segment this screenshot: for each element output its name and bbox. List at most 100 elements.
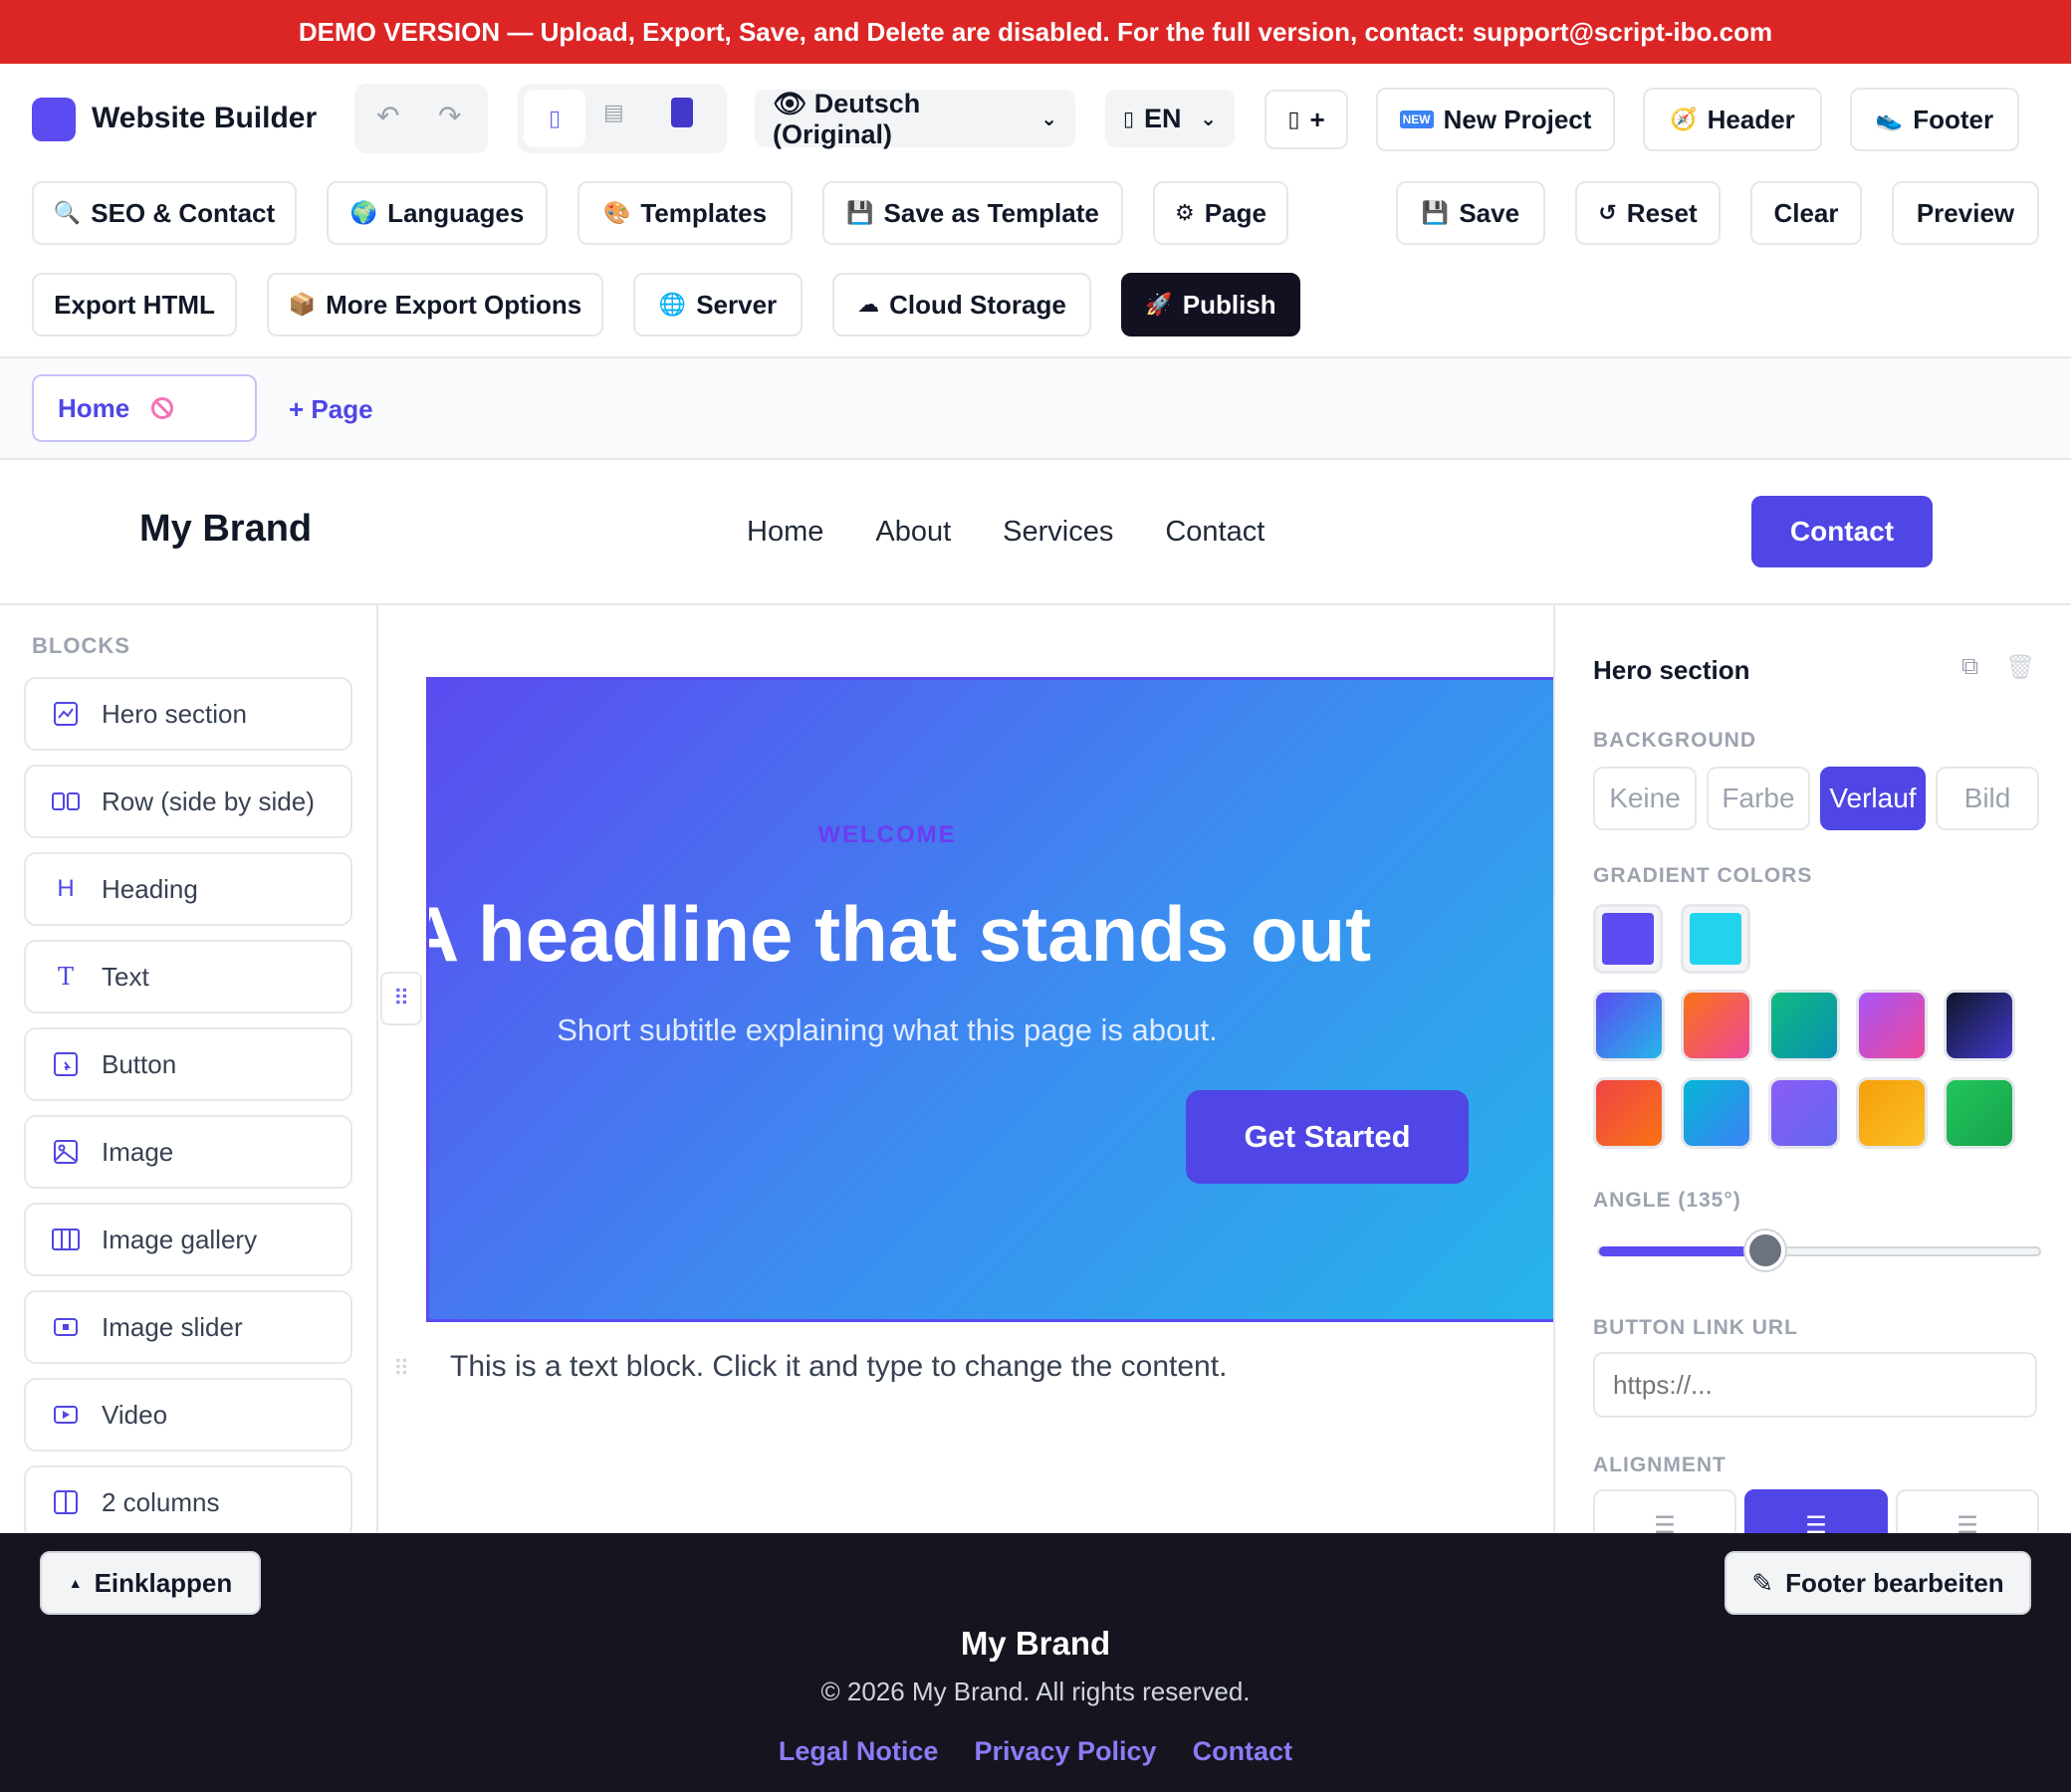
panel-title: Hero section	[1593, 655, 1750, 685]
header-contact-button[interactable]: Contact	[1751, 496, 1933, 567]
block-hero-section[interactable]: Hero section	[24, 677, 352, 751]
nav-link-home[interactable]: Home	[747, 516, 823, 549]
add-language-button[interactable]: ▯ +	[1265, 90, 1348, 149]
save-button[interactable]: 💾 Save	[1396, 181, 1545, 245]
drag-handle-icon[interactable]: ⠿	[380, 1342, 422, 1396]
seo-contact-button[interactable]: 🔍 SEO & Contact	[32, 181, 297, 245]
export-html-button[interactable]: Export HTML	[32, 273, 237, 336]
align-left-button[interactable]: ☰	[1593, 1489, 1736, 1533]
header-button[interactable]: 🧭 Header	[1643, 88, 1822, 151]
footer-link-contact[interactable]: Contact	[1193, 1736, 1293, 1767]
drag-handle-icon[interactable]: ⠿	[380, 972, 422, 1025]
redo-icon[interactable]: ↷	[438, 100, 461, 132]
trash-icon[interactable]: 🗑	[2005, 653, 2035, 682]
nav-link-contact[interactable]: Contact	[1165, 516, 1265, 549]
page-settings-button[interactable]: ⚙ Page	[1153, 181, 1288, 245]
hero-section[interactable]: WELCOME A headline that stands out Short…	[426, 677, 1553, 1322]
gradient-preset[interactable]	[1593, 1077, 1665, 1149]
button-url-label: BUTTON LINK URL	[1593, 1316, 1798, 1339]
search-icon: 🔍	[53, 200, 82, 225]
block-heading[interactable]: H Heading	[24, 852, 352, 926]
gradient-colors-label: GRADIENT COLORS	[1593, 864, 1813, 887]
server-button[interactable]: 🌐 Server	[633, 273, 803, 336]
block-image-slider[interactable]: Image slider	[24, 1290, 352, 1364]
publish-button[interactable]: 🚀 Publish	[1121, 273, 1300, 336]
gradient-preset[interactable]	[1944, 990, 2015, 1061]
block-2-columns[interactable]: 2 columns	[24, 1465, 352, 1533]
align-left-icon: ☰	[1654, 1512, 1676, 1533]
footer-brand: My Brand	[960, 1625, 1111, 1662]
align-right-button[interactable]: ☰	[1896, 1489, 2039, 1533]
add-page-button[interactable]: + Page	[289, 394, 373, 425]
language-select[interactable]: 👁 Deutsch (Original) ⌄	[755, 89, 1075, 149]
gradient-preset[interactable]	[1856, 1077, 1928, 1149]
duplicate-icon[interactable]: ⧉	[1961, 653, 1978, 681]
more-export-label: More Export Options	[326, 289, 582, 320]
gradient-preset[interactable]	[1593, 990, 1665, 1061]
block-image[interactable]: Image	[24, 1115, 352, 1189]
undo-icon[interactable]: ↶	[376, 100, 399, 132]
gradient-preset[interactable]	[1768, 990, 1840, 1061]
align-center-icon: ☰	[1805, 1512, 1827, 1533]
site-nav: Home About Services Contact	[747, 516, 1265, 549]
editor-canvas: ⠿ ⠿ WELCOME A headline that stands out S…	[380, 605, 1553, 1533]
templates-button[interactable]: 🎨 Templates	[577, 181, 793, 245]
gradient-preset[interactable]	[1681, 1077, 1752, 1149]
lang-code-select[interactable]: ▯ EN ⌄	[1105, 90, 1235, 147]
no-delete-icon[interactable]	[151, 397, 174, 419]
cloud-storage-button[interactable]: ☁ Cloud Storage	[832, 273, 1091, 336]
bg-option-keine[interactable]: Keine	[1593, 767, 1697, 830]
nav-link-services[interactable]: Services	[1003, 516, 1113, 549]
preview-label: Preview	[1916, 197, 2015, 228]
footer-link-legal[interactable]: Legal Notice	[779, 1736, 939, 1767]
bg-option-farbe[interactable]: Farbe	[1707, 767, 1810, 830]
preview-button[interactable]: Preview	[1892, 181, 2039, 245]
publish-label: Publish	[1182, 289, 1276, 320]
hero-cta-button[interactable]: Get Started	[1186, 1090, 1469, 1184]
gradient-preset[interactable]	[1944, 1077, 2015, 1149]
hero-icon	[52, 700, 80, 728]
block-image-gallery[interactable]: Image gallery	[24, 1203, 352, 1276]
block-row[interactable]: Row (side by side)	[24, 765, 352, 838]
text-block[interactable]: This is a text block. Click it and type …	[450, 1350, 1227, 1384]
block-text[interactable]: T Text	[24, 940, 352, 1013]
block-label: Hero section	[102, 698, 247, 729]
bg-option-verlauf[interactable]: Verlauf	[1820, 767, 1926, 830]
site-header-preview[interactable]: My Brand Home About Services Contact Con…	[0, 460, 2071, 605]
gradient-preset[interactable]	[1768, 1077, 1840, 1149]
clear-button[interactable]: Clear	[1750, 181, 1862, 245]
reset-button[interactable]: ↺ Reset	[1575, 181, 1721, 245]
video-icon	[52, 1401, 80, 1429]
block-button[interactable]: Button	[24, 1027, 352, 1101]
align-center-button[interactable]: ☰	[1744, 1489, 1888, 1533]
tablet-view-icon[interactable]: ▤	[603, 100, 624, 125]
block-video[interactable]: Video	[24, 1378, 352, 1452]
background-label: BACKGROUND	[1593, 729, 1756, 752]
device-group: ▯ ▤	[518, 84, 727, 153]
hero-subtitle[interactable]: Short subtitle explaining what this page…	[429, 1012, 1553, 1048]
angle-slider[interactable]	[1597, 1231, 2041, 1270]
collapse-button[interactable]: ▲ Einklappen	[40, 1551, 261, 1615]
gradient-to-swatch[interactable]	[1681, 904, 1750, 974]
more-export-button[interactable]: 📦 More Export Options	[267, 273, 603, 336]
server-label: Server	[696, 289, 778, 320]
edit-footer-button[interactable]: ✎ Footer bearbeiten	[1725, 1551, 2031, 1615]
angle-slider-thumb[interactable]	[1745, 1231, 1785, 1270]
languages-button[interactable]: 🌍 Languages	[327, 181, 548, 245]
shoe-icon: 👟	[1875, 107, 1904, 131]
footer-button[interactable]: 👟 Footer	[1850, 88, 2019, 151]
gradient-from-swatch[interactable]	[1593, 904, 1663, 974]
desktop-view-icon[interactable]: ▯	[524, 90, 585, 147]
gradient-preset[interactable]	[1681, 990, 1752, 1061]
new-project-button[interactable]: NEW New Project	[1376, 88, 1615, 151]
gradient-preset[interactable]	[1856, 990, 1928, 1061]
nav-link-about[interactable]: About	[875, 516, 951, 549]
tab-home[interactable]: Home	[32, 374, 257, 442]
bg-option-bild[interactable]: Bild	[1936, 767, 2039, 830]
footer-link-privacy[interactable]: Privacy Policy	[974, 1736, 1156, 1767]
hero-headline[interactable]: A headline that stands out	[429, 889, 1553, 980]
block-label: Heading	[102, 873, 198, 904]
mobile-view-icon[interactable]	[671, 98, 693, 127]
button-url-input[interactable]	[1593, 1352, 2037, 1418]
save-as-template-button[interactable]: 💾 Save as Template	[822, 181, 1123, 245]
